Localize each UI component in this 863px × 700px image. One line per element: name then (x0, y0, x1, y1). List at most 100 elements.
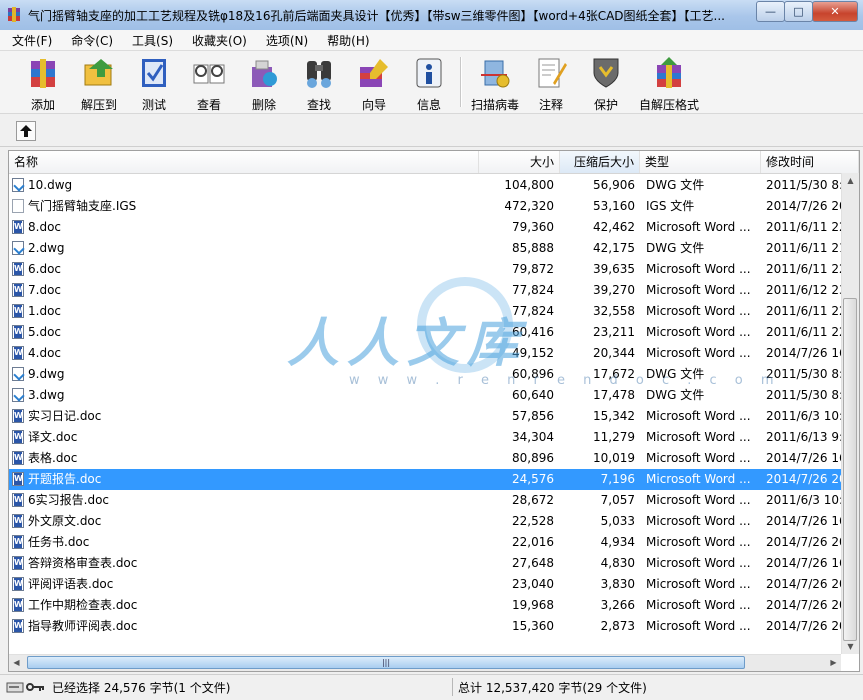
word-file-icon (12, 304, 24, 318)
horizontal-scroll-thumb[interactable]: ||| (27, 656, 745, 669)
table-row[interactable]: 气门摇臂轴支座.IGS 472,320 53,160 IGS 文件 2014/7/26 … (9, 196, 846, 217)
menu-options[interactable]: 选项(N) (254, 30, 315, 50)
info-icon (416, 58, 442, 88)
menu-favorites[interactable]: 收藏夹(O) (180, 30, 254, 50)
toolbar-delete-button[interactable]: 删除 (236, 53, 292, 112)
menu-tools[interactable]: 工具(S) (120, 30, 180, 50)
menu-help[interactable]: 帮助(H) (315, 30, 376, 50)
table-row[interactable]: 10.dwg 104,800 56,906 DWG 文件 2011/5/30 8: (9, 175, 843, 196)
word-file-icon (12, 451, 24, 465)
scroll-down-arrow[interactable]: ▼ (843, 639, 858, 654)
file-type: Microsoft Word ... (646, 283, 751, 297)
toolbar-comment-button[interactable]: 注释 (523, 53, 579, 112)
close-button[interactable]: ✕ (812, 1, 858, 22)
minimize-button[interactable]: — (756, 1, 785, 22)
file-packed-size: 3,266 (600, 598, 635, 612)
file-list[interactable]: 名称 大小 压缩后大小 类型 修改时间 10.dwg 104,800 56,906 D… (8, 150, 860, 672)
table-row[interactable]: 7.doc 77,824 39,270 Microsoft Word ... 2011/… (9, 280, 846, 301)
table-row-selected[interactable]: 开题报告.doc 24,576 7,196 Microsoft Word ... 201… (9, 469, 846, 490)
file-size: 23,040 (512, 577, 554, 591)
toolbar-protect-button[interactable]: 保护 (578, 53, 634, 112)
title-bar[interactable]: 气门摇臂轴支座的加工工艺规程及铣φ18及16孔前后端面夹具设计【优秀】【带sw三… (0, 0, 863, 31)
file-name-cell: 7.doc (12, 280, 482, 301)
winrar-window: 气门摇臂轴支座的加工工艺规程及铣φ18及16孔前后端面夹具设计【优秀】【带sw三… (0, 0, 863, 700)
table-row[interactable]: 5.doc 60,416 23,211 Microsoft Word ... 2011/… (9, 322, 846, 343)
toolbar-virus-scan-button[interactable]: 扫描病毒 (466, 53, 524, 112)
file-type: Microsoft Word ... (646, 430, 751, 444)
scroll-right-arrow[interactable]: ▶ (826, 655, 841, 670)
file-type: Microsoft Word ... (646, 346, 751, 360)
menu-commands[interactable]: 命令(C) (59, 30, 120, 50)
column-header-size[interactable]: 大小 (479, 151, 560, 173)
file-name: 7.doc (28, 283, 62, 297)
column-header-packed[interactable]: 压缩后大小 (560, 151, 640, 173)
table-row[interactable]: 3.dwg 60,640 17,478 DWG 文件 2011/5/30 8: (9, 385, 843, 406)
file-size: 60,640 (512, 388, 554, 402)
file-name-cell: 5.doc (12, 322, 482, 343)
add-archive-icon (31, 59, 55, 88)
file-type: Microsoft Word ... (646, 493, 751, 507)
maximize-button[interactable]: □ (784, 1, 813, 22)
toolbar-sfx-button[interactable]: 自解压格式 (633, 53, 705, 112)
menu-file[interactable]: 文件(F) (0, 30, 59, 50)
table-row[interactable]: 译文.doc 34,304 11,279 Microsoft Word ... 2011… (9, 427, 843, 448)
column-header-modified[interactable]: 修改时间 (761, 151, 859, 173)
table-row[interactable]: 任务书.doc 22,016 4,934 Microsoft Word ... 2014… (9, 532, 846, 553)
toolbar-extract-button[interactable]: 解压到 (71, 53, 127, 112)
table-row[interactable]: 评阅评语表.doc 23,040 3,830 Microsoft Word ... 20… (9, 574, 846, 595)
table-row[interactable]: 2.dwg 85,888 42,175 DWG 文件 2011/6/11 21 (9, 238, 846, 259)
file-type: Microsoft Word ... (646, 598, 751, 612)
comment-icon (538, 58, 567, 88)
toolbar-sfx-label: 自解压格式 (638, 98, 699, 112)
toolbar-find-button[interactable]: 查找 (291, 53, 347, 112)
file-packed-size: 10,019 (593, 451, 635, 465)
column-header-name[interactable]: 名称 (9, 151, 479, 173)
table-row[interactable]: 4.doc 49,152 20,344 Microsoft Word ... 2014/… (9, 343, 846, 364)
scroll-left-arrow[interactable]: ◀ (9, 655, 24, 670)
table-row[interactable]: 1.doc 77,824 32,558 Microsoft Word ... 2011/… (9, 301, 846, 322)
toolbar-test-button[interactable]: 测试 (126, 53, 182, 112)
toolbar-find-label: 查找 (306, 98, 331, 112)
toolbar-view-label: 查看 (196, 98, 221, 112)
vertical-scroll-thumb[interactable] (843, 298, 857, 641)
file-name: 6实习报告.doc (28, 493, 110, 507)
table-row[interactable]: 答辩资格审查表.doc 27,648 4,830 Microsoft Word ...… (9, 553, 846, 574)
file-packed-size: 32,558 (593, 304, 635, 318)
toolbar-comment-label: 注释 (538, 98, 563, 112)
toolbar-wizard-button[interactable]: 向导 (346, 53, 402, 112)
table-row[interactable]: 表格.doc 80,896 10,019 Microsoft Word ... 2014… (9, 448, 846, 469)
table-row[interactable]: 9.dwg 60,896 17,672 DWG 文件 2011/5/30 8: (9, 364, 843, 385)
table-row[interactable]: 外文原文.doc 22,528 5,033 Microsoft Word ... 201… (9, 511, 846, 532)
table-row[interactable]: 6实习报告.doc 28,672 7,057 Microsoft Word ... 20… (9, 490, 843, 511)
file-size: 22,528 (512, 514, 554, 528)
table-row[interactable]: 8.doc 79,360 42,462 Microsoft Word ... 2011/… (9, 217, 846, 238)
toolbar-view-button[interactable]: 查看 (181, 53, 237, 112)
up-folder-button[interactable] (16, 121, 36, 141)
file-modified: 2011/5/30 8: (766, 178, 844, 192)
table-row[interactable]: 实习日记.doc 57,856 15,342 Microsoft Word ... 20… (9, 406, 843, 427)
file-modified: 2014/7/26 20 (766, 598, 846, 612)
vertical-scrollbar[interactable]: ▲ ▼ (841, 173, 859, 654)
file-name: 开题报告.doc (28, 472, 102, 486)
word-file-icon (12, 577, 24, 591)
column-header-type[interactable]: 类型 (640, 151, 761, 173)
up-arrow-icon (20, 125, 32, 137)
file-name: 指导教师评阅表.doc (28, 619, 138, 633)
word-file-icon (12, 514, 24, 528)
file-name-cell: 评阅评语表.doc (12, 574, 482, 595)
toolbar-add-button[interactable]: 添加 (15, 53, 71, 112)
word-file-icon (12, 556, 24, 570)
horizontal-scrollbar[interactable]: ◀ ||| ▶ (9, 654, 841, 671)
file-packed-size: 4,934 (600, 535, 635, 549)
file-type: DWG 文件 (646, 178, 705, 192)
scroll-up-arrow[interactable]: ▲ (843, 173, 858, 188)
file-name: 实习日记.doc (28, 409, 102, 423)
table-row[interactable]: 指导教师评阅表.doc 15,360 2,873 Microsoft Word ...… (9, 616, 846, 637)
file-type: Microsoft Word ... (646, 409, 751, 423)
table-row[interactable]: 工作中期检查表.doc 19,968 3,266 Microsoft Word ...… (9, 595, 846, 616)
file-type: IGS 文件 (646, 199, 695, 213)
table-row[interactable]: 6.doc 79,872 39,635 Microsoft Word ... 2011/… (9, 259, 846, 280)
toolbar-info-button[interactable]: 信息 (401, 53, 457, 112)
extract-to-icon (84, 59, 113, 86)
file-modified: 2011/6/11 22 (766, 262, 846, 276)
